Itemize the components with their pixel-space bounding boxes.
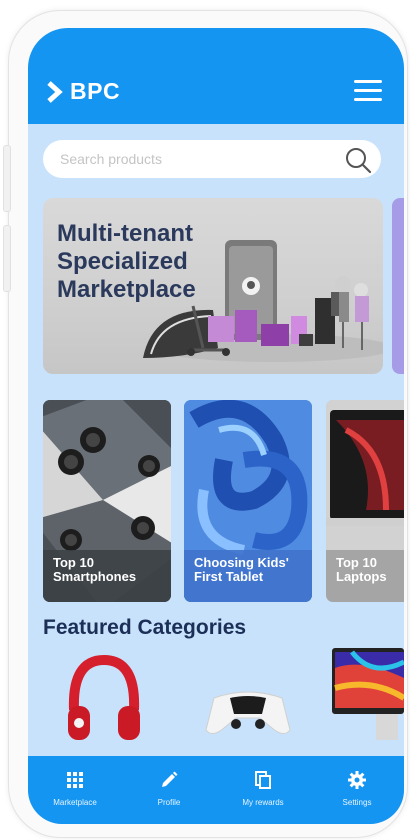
copy-icon — [255, 771, 271, 789]
phone-side-button — [3, 225, 11, 292]
nav-label: Profile — [157, 798, 181, 807]
nav-item-settings[interactable]: Settings — [310, 756, 404, 824]
search-bar — [43, 140, 381, 178]
section-title: Featured Categories — [43, 616, 247, 639]
chevron-right-icon — [47, 80, 63, 103]
search-icon[interactable] — [343, 145, 373, 175]
nav-label: Marketplace — [53, 798, 97, 807]
brand-logo[interactable]: BPC — [46, 78, 120, 105]
nav-item-marketplace[interactable]: Marketplace — [28, 756, 122, 824]
nav-item-profile[interactable]: Profile — [122, 756, 216, 824]
hamburger-menu-icon[interactable] — [354, 80, 382, 102]
gear-icon — [348, 771, 366, 789]
nav-label: My rewards — [242, 798, 284, 807]
card-label: Top 10 Smartphones — [53, 555, 137, 584]
monitor-category[interactable] — [332, 648, 404, 744]
pencil-icon — [162, 771, 178, 787]
search-input[interactable] — [58, 150, 332, 168]
article-card-tablet[interactable]: Choosing Kids' First Tablet — [184, 400, 312, 602]
phone-side-button — [3, 145, 11, 212]
banner-title: Multi-tenant Specialized Marketplace — [57, 220, 196, 303]
promo-banner[interactable]: Multi-tenant Specialized Marketplace — [43, 198, 383, 374]
nav-item-my-rewards[interactable]: My rewards — [216, 756, 310, 824]
article-card-laptops[interactable]: Top 10 Laptops — [326, 400, 404, 602]
next-banner-peek[interactable] — [392, 198, 404, 374]
card-label: Choosing Kids' First Tablet — [194, 555, 289, 584]
headphones-category[interactable] — [64, 652, 144, 748]
bottom-navigation: Marketplace Profile My rewards Settings — [28, 756, 404, 824]
app-header: BPC — [28, 28, 404, 124]
app-screen: BPC Search products Multi-tenant Special… — [28, 28, 404, 824]
nav-label: Settings — [342, 798, 372, 807]
gamepad-category[interactable] — [200, 684, 296, 740]
article-card-smartphones[interactable]: Top 10 Smartphones — [43, 400, 171, 602]
grid-icon — [67, 772, 83, 788]
brand-name: BPC — [70, 78, 121, 104]
card-label: Top 10 Laptops — [336, 555, 387, 584]
